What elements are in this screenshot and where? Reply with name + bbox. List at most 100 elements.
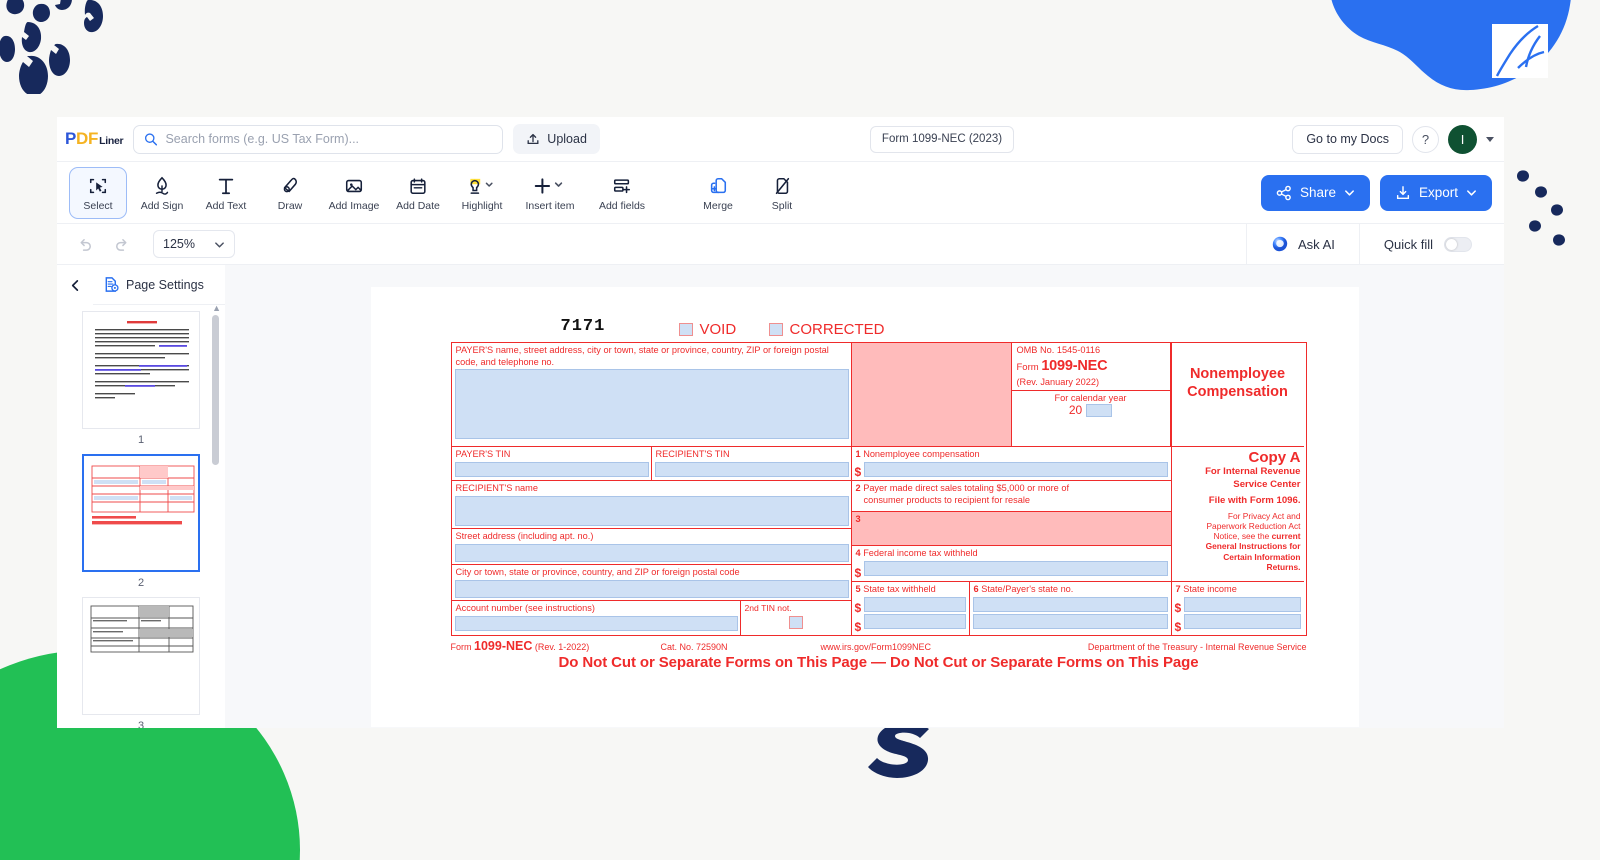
calendar-year-input[interactable] xyxy=(1086,403,1113,417)
document-title-chip[interactable]: Form 1099-NEC (2023) xyxy=(869,125,1015,153)
payer-name-cell: PAYER'S name, street address, city or to… xyxy=(451,343,851,447)
tool-merge-label: Merge xyxy=(703,199,733,212)
upload-button[interactable]: Upload xyxy=(513,124,600,154)
box5-cell: 5 State tax withheld $ $ xyxy=(852,582,970,635)
logo-word-liner: Liner xyxy=(99,135,124,147)
box7-input-2[interactable] xyxy=(1183,613,1301,629)
zoom-level-select[interactable]: 125% xyxy=(153,230,235,258)
avatar-initial: I xyxy=(1460,131,1465,147)
pdf-page[interactable]: 7171 VOID CORRECTED PAYER'S name, street… xyxy=(370,287,1359,727)
avatar[interactable]: I xyxy=(1448,124,1477,154)
account-row: Account number (see instructions) 2nd TI… xyxy=(452,601,851,635)
navy-squiggle-decoration xyxy=(868,722,929,778)
page-number-label: 1 xyxy=(137,434,145,446)
corrected-checkbox[interactable] xyxy=(768,323,783,336)
box4-input[interactable] xyxy=(863,560,1168,576)
box2-number: 2 xyxy=(855,483,861,493)
footer-url[interactable]: www.irs.gov/Form1099NEC xyxy=(821,642,1021,652)
logo-letter-d: D xyxy=(76,129,89,148)
box5-number: 5 xyxy=(855,584,861,594)
page-thumbnail[interactable] xyxy=(82,597,200,715)
footer-department: Department of the Treasury - Internal Re… xyxy=(1087,642,1307,652)
search-forms-box[interactable] xyxy=(133,124,504,154)
box1-input[interactable] xyxy=(863,461,1168,477)
zoom-toolbar: 125% Ask AI Quick fill xyxy=(57,223,1504,265)
chevron-down-icon xyxy=(215,241,224,248)
quick-fill-switch[interactable] xyxy=(1444,236,1472,252)
thumbnail-item-2[interactable]: 2 xyxy=(57,454,225,597)
tool-merge[interactable]: Merge xyxy=(689,166,747,219)
nec-title: Nonemployee Compensation xyxy=(1172,343,1304,401)
recipient-name-input[interactable] xyxy=(454,495,849,526)
tool-select-label: Select xyxy=(83,199,113,212)
tool-add-sign[interactable]: Add Sign xyxy=(133,166,191,219)
export-button[interactable]: Export xyxy=(1379,174,1492,211)
search-icon xyxy=(145,133,158,146)
tool-draw[interactable]: Draw xyxy=(261,166,319,219)
screenshot-root: PDFLiner Upload Form 1099-NEC (2023) xyxy=(0,0,1600,860)
payer-tin-input[interactable] xyxy=(454,461,649,477)
navy-dots-decoration xyxy=(0,0,103,94)
redo-button[interactable] xyxy=(107,230,135,258)
pdfliner-logo[interactable]: P D F Liner xyxy=(65,129,124,149)
help-button[interactable]: ? xyxy=(1412,125,1439,153)
document-canvas[interactable]: 7171 VOID CORRECTED PAYER'S name, street… xyxy=(225,265,1504,728)
chevron-down-icon xyxy=(1345,190,1354,196)
tool-split[interactable]: Split xyxy=(753,166,811,219)
recipient-tin-input[interactable] xyxy=(654,461,849,477)
tool-add-text[interactable]: Add Text xyxy=(197,166,255,219)
ask-ai-button[interactable]: Ask AI xyxy=(1246,224,1359,264)
street-input[interactable] xyxy=(454,543,849,562)
thumbnail-item-1[interactable]: 1 xyxy=(57,311,225,454)
second-tin-checkbox[interactable] xyxy=(788,615,803,629)
box7-input-1[interactable] xyxy=(1183,596,1301,612)
thumbnail-item-3[interactable]: 3 xyxy=(57,597,225,728)
page-thumbnails-list[interactable]: ▲ 1 2 3 xyxy=(57,305,225,728)
copy-line-2: Service Center xyxy=(1233,478,1301,490)
do-not-cut-notice: Do Not Cut or Separate Forms on This Pag… xyxy=(558,654,1199,671)
search-input[interactable] xyxy=(165,132,493,146)
share-button[interactable]: Share xyxy=(1260,174,1370,211)
tool-insert-item[interactable]: Insert item xyxy=(517,166,583,219)
box5-input-2[interactable] xyxy=(863,613,966,629)
scroll-up-arrow-icon[interactable]: ▲ xyxy=(212,305,221,313)
account-input[interactable] xyxy=(454,615,738,631)
box5-input-1[interactable] xyxy=(863,596,966,612)
void-checkbox-group[interactable]: VOID xyxy=(678,321,736,338)
privacy-notice: For Privacy Act and Paperwork Reduction … xyxy=(1172,508,1304,573)
box6-input-2[interactable] xyxy=(972,613,1168,629)
corrected-checkbox-group[interactable]: CORRECTED xyxy=(768,321,885,338)
tool-add-fields[interactable]: Add fields xyxy=(589,166,655,219)
recipient-name-cell: RECIPIENT'S name xyxy=(451,481,851,529)
footer-form-word: Form xyxy=(450,642,472,652)
page-thumbnail-selected[interactable] xyxy=(82,454,200,572)
collapse-sidebar-button[interactable] xyxy=(63,273,87,297)
chevron-left-icon xyxy=(71,279,78,291)
go-to-my-docs-button[interactable]: Go to my Docs xyxy=(1292,124,1403,154)
nec-title-line1: Nonemployee xyxy=(1189,366,1286,382)
box6-input-1[interactable] xyxy=(972,596,1168,612)
city-input[interactable] xyxy=(454,579,849,598)
chevron-down-icon[interactable] xyxy=(1486,136,1494,142)
void-checkbox[interactable] xyxy=(678,323,693,336)
quick-fill-toggle[interactable]: Quick fill xyxy=(1358,224,1490,264)
privacy-line-3b: current xyxy=(1271,531,1301,542)
page-thumbnail[interactable] xyxy=(82,311,200,429)
second-tin-label: 2nd TIN not. xyxy=(744,603,792,613)
payer-name-label: PAYER'S name, street address, city or to… xyxy=(455,345,829,367)
tool-highlight[interactable]: Highlight xyxy=(453,166,511,219)
page-settings-icon xyxy=(105,277,119,292)
tool-select[interactable]: Select xyxy=(69,166,127,219)
page-settings-button[interactable]: Page Settings xyxy=(93,265,225,305)
help-icon: ? xyxy=(1421,131,1430,147)
undo-button[interactable] xyxy=(71,230,99,258)
calendar-year-field[interactable]: 20 xyxy=(1012,403,1170,419)
box4-number: 4 xyxy=(855,548,861,558)
sidebar-scrollbar[interactable] xyxy=(212,315,219,465)
tool-add-date[interactable]: Add Date xyxy=(389,166,447,219)
zoom-level-value: 125% xyxy=(163,237,195,251)
payer-name-input[interactable] xyxy=(454,369,849,439)
box7-dollar-sign-2: $ xyxy=(1174,620,1182,634)
tool-add-image[interactable]: Add Image xyxy=(325,166,383,219)
undo-icon xyxy=(79,238,91,251)
